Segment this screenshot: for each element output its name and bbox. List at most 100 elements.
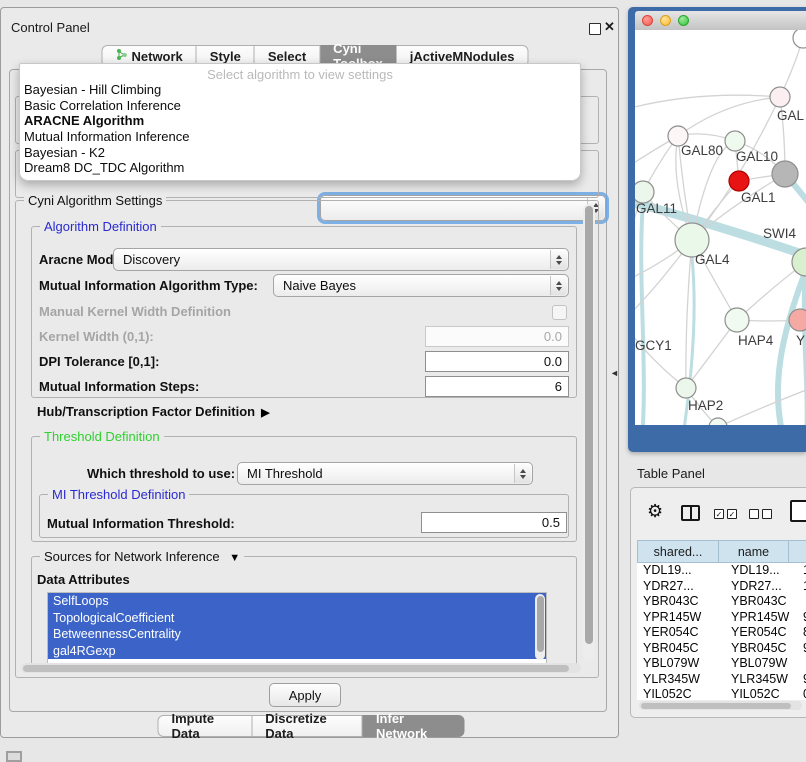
attribute-item-gal4rgexp[interactable]: gal4RGexp xyxy=(48,643,546,660)
table-cell: YBR043C xyxy=(637,594,725,610)
node-label-gal11: GAL11 xyxy=(636,201,677,216)
network-tab-icon xyxy=(115,48,127,64)
float-window-icon[interactable] xyxy=(589,23,601,35)
network-edge xyxy=(718,390,806,425)
mi-steps-field[interactable]: 6 xyxy=(425,376,569,397)
table-row[interactable]: YPR145WYPR145W9. xyxy=(637,610,806,626)
network-node-y[interactable] xyxy=(789,309,806,331)
gear-icon[interactable]: ⚙ xyxy=(647,501,663,522)
table-cell: YLR345W xyxy=(725,672,801,688)
minimize-window-icon[interactable] xyxy=(660,15,671,26)
settings-vscrollbar[interactable] xyxy=(583,204,595,660)
table-hscrollbar[interactable] xyxy=(639,701,802,710)
attribute-item-topologicalcoefficient[interactable]: TopologicalCoefficient xyxy=(48,610,546,627)
settings-vscrollbar-thumb[interactable] xyxy=(585,206,593,644)
table-cell: YBR045C xyxy=(637,641,725,657)
column-header-shared[interactable]: shared... xyxy=(637,540,719,563)
settings-hscrollbar[interactable] xyxy=(21,663,581,673)
select-all-columns-icon[interactable]: ✓ ✓ xyxy=(714,509,737,519)
table-row[interactable]: YIL052CYIL052C0. xyxy=(637,687,806,700)
algorithm-dropdown-list: Select algorithm to view settings Bayesi… xyxy=(19,63,581,181)
table-row[interactable]: YBR043CYBR043C xyxy=(637,594,806,610)
column-header-name[interactable]: name xyxy=(719,540,789,563)
manual-kernel-checkbox[interactable] xyxy=(552,305,567,320)
table-header-row: shared...nameA xyxy=(637,540,806,563)
table-cell: YDL19... xyxy=(725,563,801,579)
table-row[interactable]: YDR27...YDR27...12 xyxy=(637,579,806,595)
table-row[interactable]: YDL19...YDL19...13 xyxy=(637,563,806,579)
algorithm-option-aracne-algorithm[interactable]: ARACNE Algorithm xyxy=(20,113,580,129)
checked-box-icon: ✓ xyxy=(727,509,737,519)
mi-type-combobox[interactable]: Naive Bayes xyxy=(273,274,569,297)
expander-expanded-icon[interactable]: ▼ xyxy=(229,552,240,564)
attributes-vscrollbar-thumb[interactable] xyxy=(537,596,544,652)
table-cell: YBL079W xyxy=(637,656,725,672)
algorithm-definition-title: Algorithm Definition xyxy=(40,219,161,234)
table-cell xyxy=(801,594,806,610)
table-row[interactable]: YLR345WYLR345W9. xyxy=(637,672,806,688)
table-row[interactable]: YER054CYER054C8. xyxy=(637,625,806,641)
combobox-stepper-icon xyxy=(550,250,567,269)
tab-label: Discretize Data xyxy=(265,711,349,741)
minimized-panel-icon[interactable] xyxy=(6,751,22,762)
table-cell: 9. xyxy=(801,610,806,626)
network-node-hap4[interactable] xyxy=(725,308,749,332)
table-row[interactable]: YBR045CYBR045C9. xyxy=(637,641,806,657)
table-cell: 8. xyxy=(801,625,806,641)
tab-impute-data[interactable]: Impute Data xyxy=(158,715,253,737)
tab-label: Select xyxy=(268,49,306,64)
network-node[interactable] xyxy=(793,30,806,48)
network-node-gal11[interactable] xyxy=(635,181,654,203)
table-hscrollbar-thumb[interactable] xyxy=(641,703,791,709)
kernel-width-field[interactable]: 0.0 xyxy=(425,326,569,347)
attribute-item-betweennesscentrality[interactable]: BetweennessCentrality xyxy=(48,626,546,643)
apply-button[interactable]: Apply xyxy=(269,683,341,707)
expander-collapsed-icon: ▶ xyxy=(261,407,269,419)
sources-title-text: Sources for Network Inference xyxy=(44,549,220,564)
network-canvas[interactable]: GALGAL80GAL10GAL1GAL11GAL4SWI4HAP4YGCY1H… xyxy=(635,30,806,425)
data-attributes-list[interactable]: SelfLoopsTopologicalCoefficientBetweenne… xyxy=(47,592,547,664)
network-node-gal10[interactable] xyxy=(725,131,745,151)
new-table-icon[interactable] xyxy=(790,500,806,522)
columns-icon[interactable] xyxy=(681,505,700,521)
network-node[interactable] xyxy=(709,418,727,425)
tab-discretize-data[interactable]: Discretize Data xyxy=(252,715,363,737)
column-header-a[interactable]: A xyxy=(789,540,806,563)
unselect-all-columns-icon[interactable] xyxy=(749,509,772,519)
combobox-stepper-icon xyxy=(550,276,567,295)
table-cell: YER054C xyxy=(725,625,801,641)
algorithm-option-basic-correlation-inference[interactable]: Basic Correlation Inference xyxy=(20,98,580,114)
network-window-titlebar[interactable] xyxy=(635,11,806,30)
tab-infer-network[interactable]: Infer Network xyxy=(363,715,465,737)
manual-kernel-label: Manual Kernel Width Definition xyxy=(39,304,231,319)
aracne-mode-combobox[interactable]: Discovery xyxy=(113,248,569,271)
node-label-gal80: GAL80 xyxy=(681,143,723,158)
network-node-hap2[interactable] xyxy=(676,378,696,398)
close-panel-icon[interactable]: ✕ xyxy=(604,19,615,35)
mouse-cursor: ◄ xyxy=(610,368,619,378)
which-threshold-label: Which threshold to use: xyxy=(87,466,235,481)
dpi-tolerance-field[interactable]: 0.0 xyxy=(425,351,569,372)
table-row[interactable]: YBL079WYBL079W xyxy=(637,656,806,672)
attribute-item-selfloops[interactable]: SelfLoops xyxy=(48,593,546,610)
algorithm-option-bayesian-k2[interactable]: Bayesian - K2 xyxy=(20,145,580,161)
network-node-gal[interactable] xyxy=(770,87,790,107)
table-cell: 9. xyxy=(801,641,806,657)
close-window-icon[interactable] xyxy=(642,15,653,26)
dpi-tolerance-label: DPI Tolerance [0,1]: xyxy=(39,354,159,369)
zoom-window-icon[interactable] xyxy=(678,15,689,26)
attributes-vscrollbar[interactable] xyxy=(535,594,545,660)
network-node[interactable] xyxy=(772,161,798,187)
settings-hscrollbar-thumb[interactable] xyxy=(23,665,569,672)
hub-factor-expander[interactable]: Hub/Transcription Factor Definition▶ xyxy=(37,404,270,419)
mi-threshold-field[interactable]: 0.5 xyxy=(421,512,567,533)
algorithm-option-mutual-information-inference[interactable]: Mutual Information Inference xyxy=(20,129,580,145)
algorithm-option-bayesian-hill-climbing[interactable]: Bayesian - Hill Climbing xyxy=(20,82,580,98)
network-node-gal1[interactable] xyxy=(729,171,749,191)
node-label-y: Y xyxy=(796,333,805,348)
node-label-gcy1: GCY1 xyxy=(635,338,672,353)
algorithm-option-dream8-dc-tdc-algorithm[interactable]: Dream8 DC_TDC Algorithm xyxy=(20,160,580,176)
table-cell: YDR27... xyxy=(637,579,725,595)
which-threshold-combobox[interactable]: MI Threshold xyxy=(237,462,533,485)
table-cell: 9. xyxy=(801,672,806,688)
